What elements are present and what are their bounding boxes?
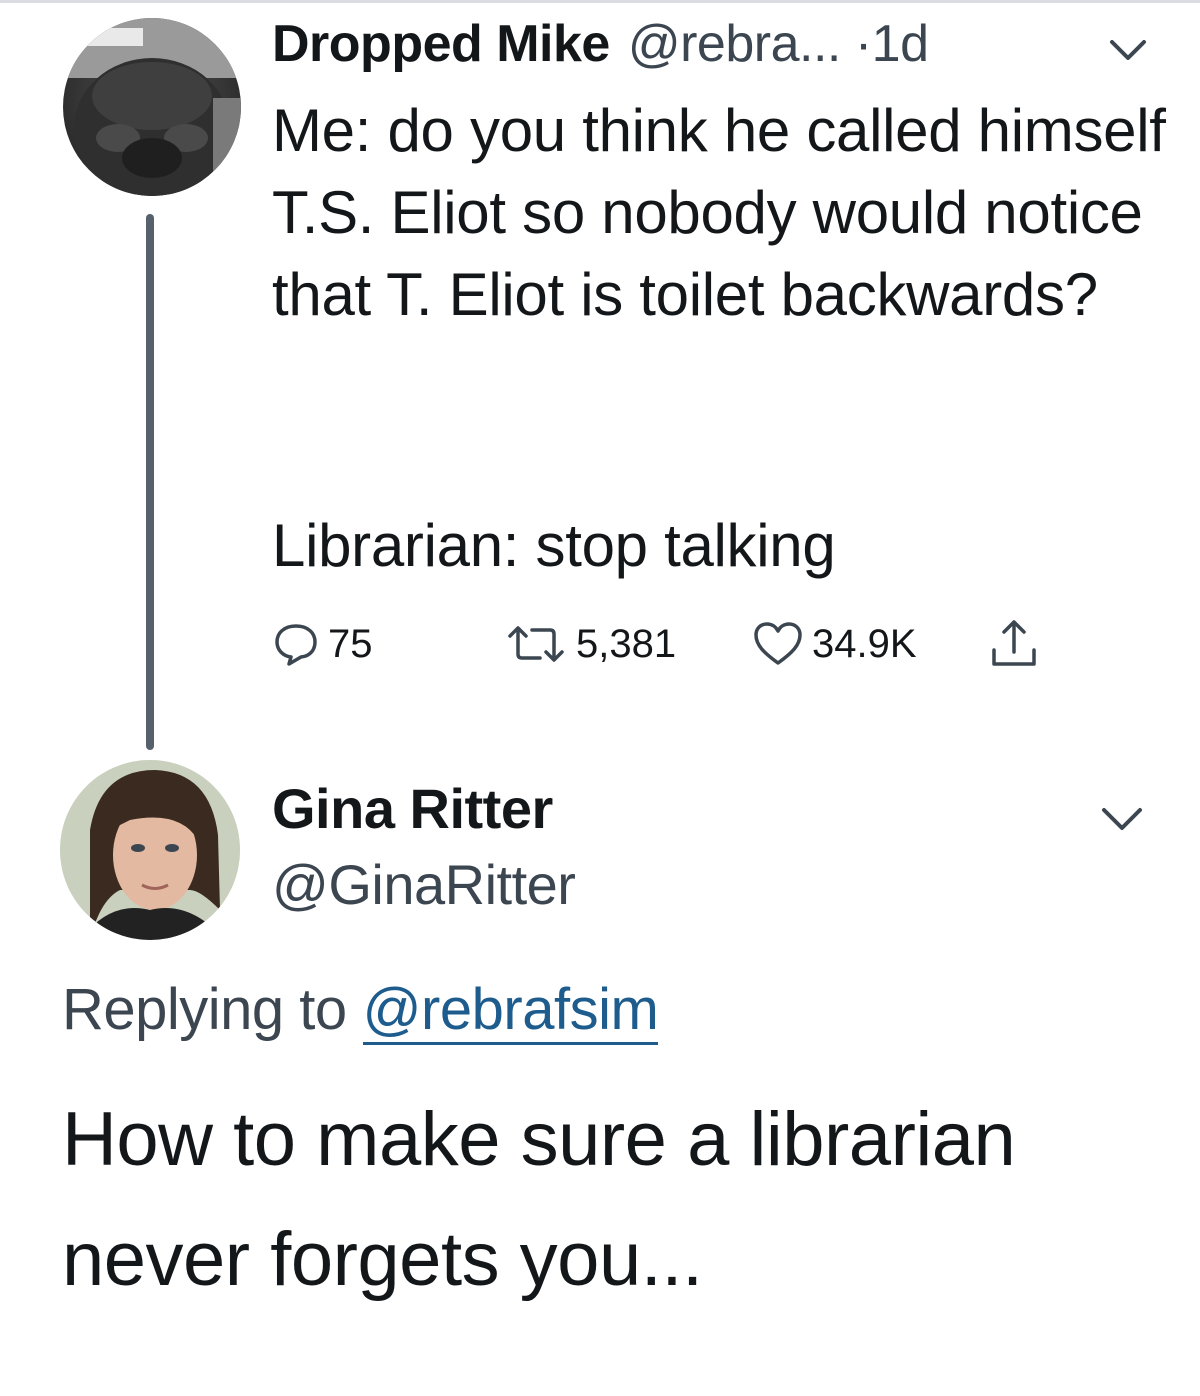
retweet-icon — [508, 626, 564, 662]
reply-author-name[interactable]: Gina Ritter — [272, 776, 553, 841]
reply-icon — [275, 624, 317, 666]
tweet-text-paragraph-2: Librarian: stop talking — [272, 512, 836, 579]
author-name[interactable]: Dropped Mike — [272, 14, 610, 74]
retweet-button[interactable]: 5,381 — [504, 612, 676, 676]
avatar[interactable] — [60, 760, 240, 940]
like-count: 34.9K — [812, 621, 917, 666]
reply-count: 75 — [328, 621, 373, 666]
thread-line — [146, 214, 154, 750]
replying-to-label: Replying to — [62, 977, 347, 1042]
chevron-down-icon[interactable] — [1108, 38, 1148, 62]
tweet-header: Dropped Mike @rebra... ·1d — [272, 14, 929, 84]
reply-text-paragraph: How to make sure a librarian never forge… — [62, 1097, 1016, 1302]
retweet-count: 5,381 — [576, 621, 677, 666]
user-photo-avatar — [60, 760, 240, 940]
author-handle[interactable]: @rebra... — [628, 14, 842, 74]
share-icon — [992, 620, 1036, 666]
reply-text: How to make sure a librarian never forge… — [62, 1080, 1162, 1320]
replying-to-link[interactable]: @rebrafsim — [362, 977, 659, 1045]
tweet-time[interactable]: ·1d — [855, 14, 929, 74]
reply-author-handle[interactable]: @GinaRitter — [272, 852, 576, 917]
like-button[interactable]: 34.9K — [752, 612, 917, 676]
share-button[interactable] — [988, 612, 1040, 676]
chevron-down-icon[interactable] — [1100, 806, 1144, 832]
avatar[interactable] — [63, 18, 241, 196]
dog-avatar-image — [63, 18, 241, 196]
replying-to: Replying to @rebrafsim — [62, 976, 659, 1045]
heart-icon — [754, 622, 802, 665]
top-divider — [0, 0, 1200, 3]
tweet-text-paragraph-1: Me: do you think he called himself T.S. … — [272, 97, 1166, 328]
tweet-text: Me: do you think he called himself T.S. … — [272, 90, 1172, 336]
reply-button[interactable]: 75 — [272, 612, 373, 676]
tweet-actions: 75 5,381 34.9K — [272, 612, 1072, 676]
